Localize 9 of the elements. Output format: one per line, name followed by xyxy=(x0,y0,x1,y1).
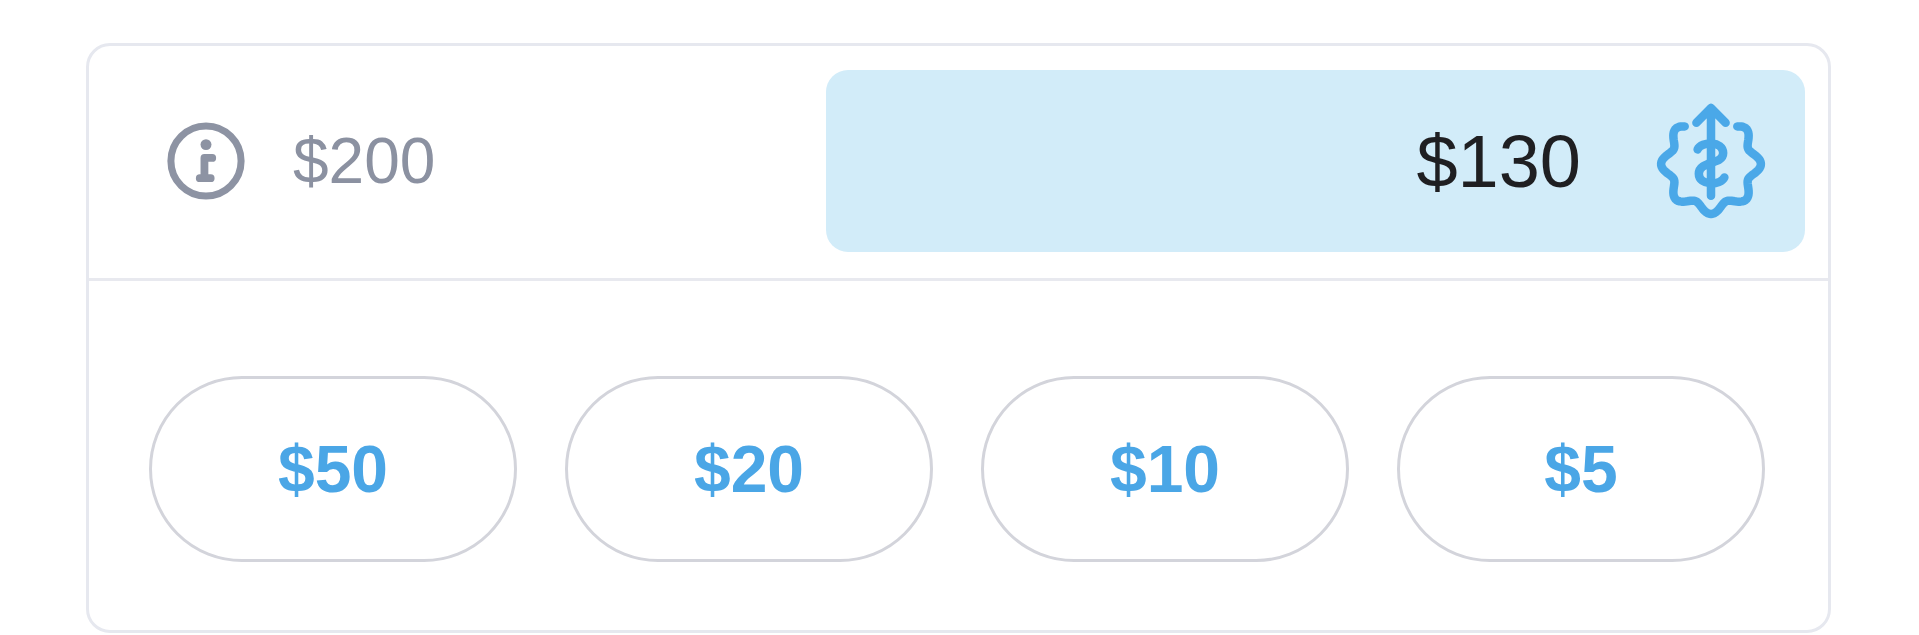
amount-value: $130 xyxy=(1416,118,1581,204)
preset-amount-button[interactable]: $20 xyxy=(565,376,933,562)
amount-field[interactable]: $130 xyxy=(826,70,1805,252)
preset-amount-button[interactable]: $50 xyxy=(149,376,517,562)
preset-amount-button[interactable]: $5 xyxy=(1397,376,1765,562)
dollar-badge-icon xyxy=(1655,102,1767,220)
amount-label: $200 xyxy=(293,124,436,198)
info-icon[interactable] xyxy=(167,122,245,200)
preset-amount-button[interactable]: $10 xyxy=(981,376,1349,562)
